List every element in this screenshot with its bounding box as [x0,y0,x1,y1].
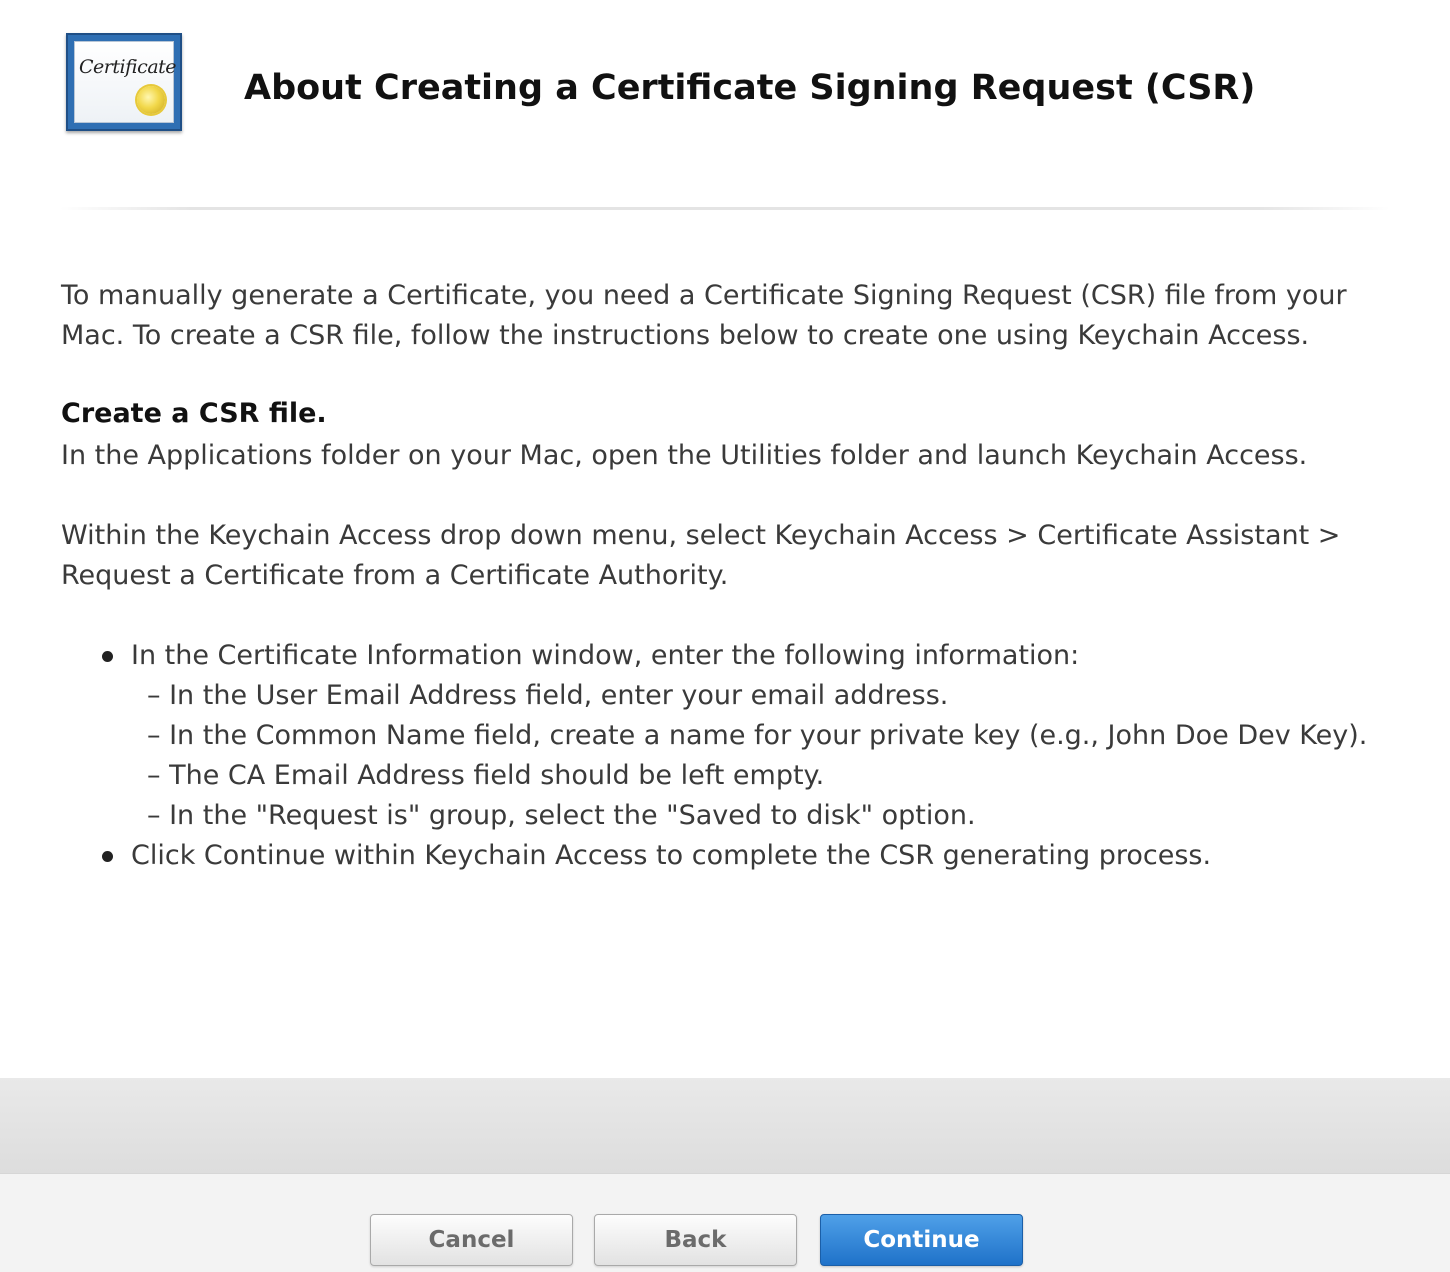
sub-list-item: – In the Common Name field, create a nam… [147,720,1368,751]
bullet-icon [102,851,113,862]
certificate-icon-text: Certificate [79,56,177,78]
sub-list-item: – In the "Request is" group, select the … [147,800,976,831]
certificate-paper: Certificate [74,41,177,123]
bullet-text: Click Continue within Keychain Access to… [131,840,1212,871]
intro-text: To manually generate a Certificate, you … [61,280,1347,351]
step-keychain-menu: Within the Keychain Access drop down men… [61,520,1341,591]
bullet-icon [102,651,113,662]
list-item: In the Certificate Information window, e… [102,636,1401,836]
sub-list-item: – In the User Email Address field, enter… [147,680,949,711]
certificate-icon: Certificate [66,33,182,131]
bullet-text: In the Certificate Information window, e… [131,640,1080,671]
bullet-list: In the Certificate Information window, e… [61,636,1401,876]
instructions: To manually generate a Certificate, you … [61,276,1401,876]
header-divider [60,207,1390,210]
sub-list-item: – The CA Email Address field should be l… [147,760,825,791]
step-applications: In the Applications folder on your Mac, … [61,440,1308,471]
list-item: Click Continue within Keychain Access to… [102,836,1401,876]
cancel-button[interactable]: Cancel [370,1214,573,1266]
page-title: About Creating a Certificate Signing Req… [244,68,1256,108]
section-heading: Create a CSR file. [61,398,327,429]
footer-band [0,1078,1450,1173]
header: Certificate About Creating a Certificate… [0,0,1450,185]
continue-button[interactable]: Continue [820,1214,1023,1266]
seal-icon [137,86,165,114]
back-button[interactable]: Back [594,1214,797,1266]
sub-list: – In the User Email Address field, enter… [131,676,1401,836]
csr-page: Certificate About Creating a Certificate… [0,0,1450,1272]
